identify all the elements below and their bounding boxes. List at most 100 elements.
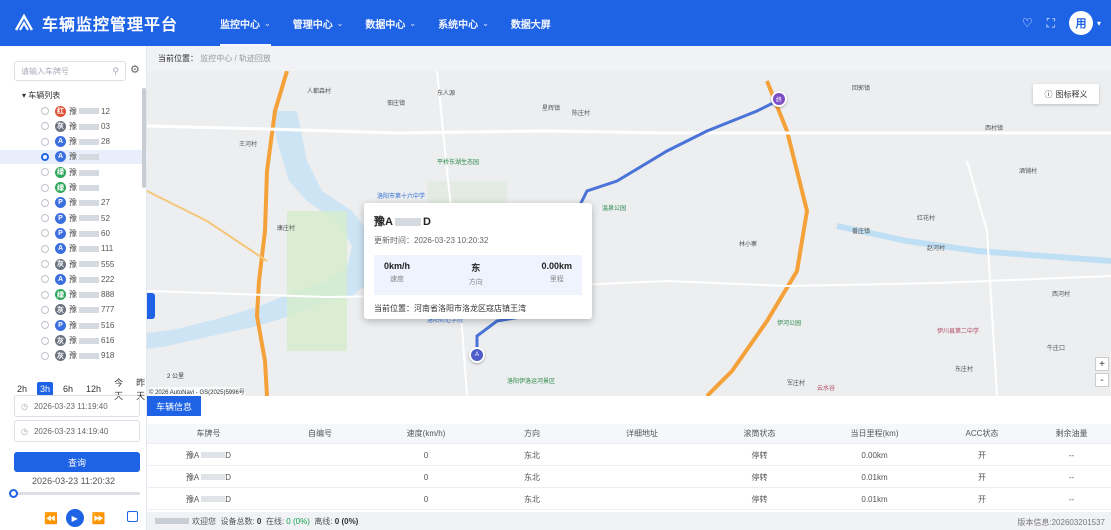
- vehicle-list-item[interactable]: 灰豫 555: [0, 257, 147, 271]
- vehicle-radio[interactable]: [41, 336, 49, 345]
- map-poi-label[interactable]: 洛阳伊洛运河景区: [507, 376, 555, 385]
- map-place-label: 牛庄口: [1047, 346, 1066, 352]
- tree-scrollbar[interactable]: [142, 88, 146, 188]
- export-icon[interactable]: [127, 511, 138, 522]
- vehicle-list-item[interactable]: P 豫 60: [0, 226, 147, 240]
- column-header[interactable]: ACC状态: [932, 428, 1032, 439]
- vehicle-status-icon: P: [55, 197, 66, 209]
- zoom-out-button[interactable]: -: [1095, 373, 1109, 387]
- vehicle-list-item[interactable]: 灰豫 616: [0, 334, 147, 348]
- nav-item-4[interactable]: 数据大屏: [511, 16, 551, 31]
- offline-count: 0 (0%): [334, 516, 359, 526]
- avatar[interactable]: 用: [1068, 11, 1093, 35]
- nav-item-2[interactable]: 数据中心 ⌄: [365, 16, 416, 31]
- map-poi-label[interactable]: 伊河公园: [777, 318, 801, 327]
- vehicle-radio[interactable]: [41, 244, 49, 253]
- column-header[interactable]: 车牌号: [147, 428, 270, 439]
- vehicle-radio[interactable]: [41, 107, 49, 115]
- map-poi-label[interactable]: 温泉公园: [602, 203, 626, 212]
- column-header[interactable]: 剩余油量: [1032, 428, 1111, 439]
- vehicle-list-item[interactable]: A 豫 222: [0, 272, 147, 286]
- map-poi-label[interactable]: 平桥东湖生态园: [437, 157, 479, 166]
- map-poi-label[interactable]: 伊川县第二中学: [937, 326, 979, 335]
- table-cell: 开: [978, 472, 986, 482]
- fast-forward-icon[interactable]: ⏩: [92, 512, 106, 525]
- app-logo[interactable]: 车辆监控管理平台: [14, 11, 220, 35]
- playback-slider[interactable]: [9, 489, 140, 498]
- vehicle-list-item[interactable]: 灰豫 03: [0, 119, 147, 133]
- end-point-marker[interactable]: 终: [771, 91, 787, 107]
- table-row[interactable]: 豫A D 0 东北 停转 0.01km 开 --: [147, 467, 1111, 488]
- vehicle-radio[interactable]: [41, 183, 49, 192]
- column-header[interactable]: 自编号: [270, 428, 370, 439]
- vehicle-list-item[interactable]: P 豫 516: [0, 318, 147, 332]
- user-name: [155, 518, 189, 524]
- nav-item-1[interactable]: 管理中心 ⌄: [293, 16, 344, 31]
- track-map[interactable]: 人都森村 东人源 佃庄镇 星辉镇 陈庄村 回郭镇 王河村 酒铺村 西村镇 康庄村 番庄镇 红花村 林小寨…: [147, 71, 1111, 396]
- vehicle-radio[interactable]: [41, 122, 49, 131]
- vehicle-plate: 豫: [69, 167, 101, 178]
- vehicle-list-item[interactable]: P 豫 52: [0, 211, 147, 225]
- table-cell: 0.01km: [861, 494, 888, 504]
- vehicle-radio[interactable]: [41, 168, 49, 177]
- fullscreen-icon[interactable]: ⛶: [1047, 16, 1055, 31]
- vehicle-list-item[interactable]: 灰豫 918: [0, 349, 147, 363]
- vehicle-list-item[interactable]: A 豫 111: [0, 242, 147, 256]
- vehicle-radio[interactable]: [41, 229, 49, 238]
- vehicle-list-item[interactable]: 绿豫: [0, 165, 147, 179]
- zoom-in-button[interactable]: +: [1095, 357, 1109, 371]
- tree-root[interactable]: ▾ 车辆列表: [22, 90, 60, 101]
- chevron-down-icon[interactable]: ▾: [1097, 19, 1101, 28]
- vehicle-list-item[interactable]: P 豫 27: [0, 196, 147, 210]
- column-header[interactable]: 当日里程(km): [817, 428, 932, 439]
- vehicle-list-item[interactable]: 灰豫 777: [0, 303, 147, 317]
- vehicle-radio[interactable]: [41, 137, 49, 146]
- nav-item-0[interactable]: 监控中心 ⌄: [220, 0, 271, 46]
- time-tab[interactable]: 3h: [37, 382, 54, 396]
- vehicle-radio[interactable]: [41, 260, 49, 268]
- playback-slider-handle[interactable]: [9, 489, 18, 498]
- end-time-input[interactable]: ◷ 2026-03-23 14:19:40: [14, 420, 140, 442]
- map-poi-label[interactable]: 洛阳市第十六中学: [377, 191, 425, 200]
- vehicle-radio[interactable]: [41, 321, 49, 330]
- vehicle-list-item[interactable]: 绿豫 888: [0, 288, 147, 302]
- column-header[interactable]: 滚筒状态: [702, 428, 817, 439]
- sidebar-collapse-button[interactable]: [147, 293, 155, 319]
- vehicle-list-item[interactable]: 绿豫: [0, 181, 147, 195]
- column-header[interactable]: 速度(km/h): [370, 428, 482, 439]
- table-row[interactable]: 豫A D 0 东北 停转 0.01km 开 --: [147, 489, 1111, 510]
- start-time-input[interactable]: ◷ 2026-03-23 11:19:40: [14, 395, 140, 417]
- breadcrumb-parent[interactable]: 监控中心: [200, 54, 232, 63]
- vehicle-list-item[interactable]: 红豫 12: [0, 104, 147, 118]
- query-button[interactable]: 查询: [14, 452, 140, 472]
- vehicle-list-item[interactable]: A豫: [0, 149, 147, 164]
- bell-icon[interactable]: ♡: [1022, 16, 1033, 30]
- vehicle-radio[interactable]: [41, 152, 49, 161]
- play-button[interactable]: ▶: [65, 509, 84, 527]
- nav-item-3[interactable]: 系统中心 ⌄: [438, 16, 489, 31]
- vehicle-list-item[interactable]: A 豫 28: [0, 135, 147, 149]
- nav-label: 监控中心: [220, 19, 260, 31]
- rewind-icon[interactable]: ⏪: [44, 512, 58, 525]
- plate-search-input[interactable]: 请输入车牌号 ⚲: [14, 61, 126, 81]
- vehicle-radio[interactable]: [41, 198, 49, 207]
- vehicle-radio[interactable]: [41, 214, 49, 223]
- time-tab[interactable]: 6h: [60, 382, 76, 396]
- map-legend-button[interactable]: ⓘ 图标释义: [1033, 84, 1099, 104]
- table-row[interactable]: 豫A D 0 东北 停转 0.00km 开 --: [147, 445, 1111, 466]
- map-poi-label[interactable]: 云水谷: [817, 383, 835, 392]
- time-tab[interactable]: 2h: [14, 382, 30, 396]
- vehicle-plate: 豫 555: [69, 259, 115, 269]
- column-header[interactable]: 详细地址: [582, 428, 702, 439]
- vehicle-radio[interactable]: [41, 275, 49, 284]
- nav-label: 数据大屏: [510, 19, 551, 31]
- time-tab[interactable]: 12h: [83, 382, 104, 396]
- search-icon[interactable]: ⚲: [112, 66, 119, 77]
- gear-icon[interactable]: ⚙: [130, 63, 140, 76]
- vehicle-radio[interactable]: [41, 305, 49, 314]
- tab-vehicle-info[interactable]: 车辆信息: [147, 396, 201, 416]
- vehicle-radio[interactable]: [41, 290, 49, 299]
- column-header[interactable]: 方向: [482, 428, 582, 439]
- vehicle-marker[interactable]: A: [469, 347, 485, 363]
- vehicle-radio[interactable]: [41, 351, 49, 360]
